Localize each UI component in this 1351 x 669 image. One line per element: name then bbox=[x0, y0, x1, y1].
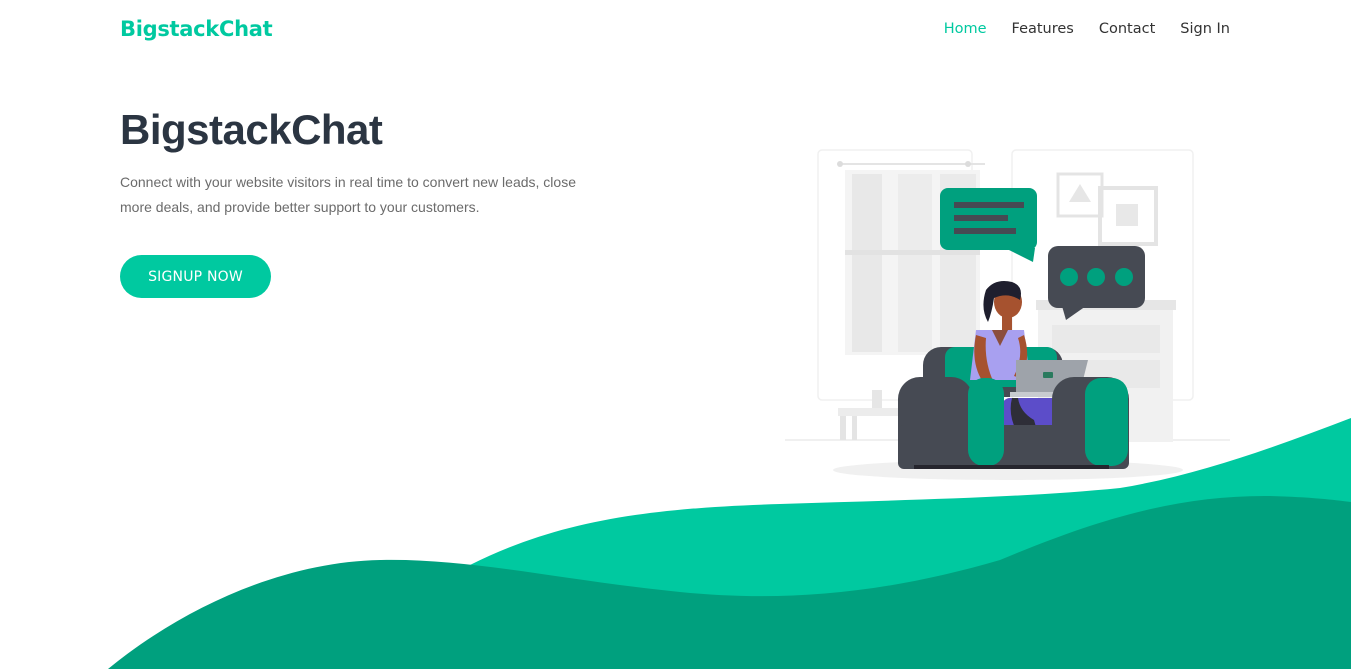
nav-links: Home Features Contact Sign In bbox=[919, 21, 1230, 37]
footer-waves bbox=[0, 400, 1351, 669]
navbar: BigstackChat Home Features Contact Sign … bbox=[0, 0, 1351, 60]
nav-link-sign-in[interactable]: Sign In bbox=[1180, 21, 1230, 37]
nav-link-contact[interactable]: Contact bbox=[1099, 21, 1155, 37]
signup-now-button[interactable]: SIGNUP NOW bbox=[120, 255, 271, 298]
nav-link-features[interactable]: Features bbox=[1012, 21, 1074, 37]
hero-description: Connect with your website visitors in re… bbox=[120, 174, 576, 215]
wave-decoration-icon bbox=[108, 418, 1351, 669]
brand-logo[interactable]: BigstackChat bbox=[120, 17, 273, 41]
nav-link-home[interactable]: Home bbox=[944, 21, 987, 37]
hero-section: BigstackChat Connect with your website v… bbox=[120, 104, 620, 298]
hero-title: BigstackChat bbox=[120, 106, 383, 153]
